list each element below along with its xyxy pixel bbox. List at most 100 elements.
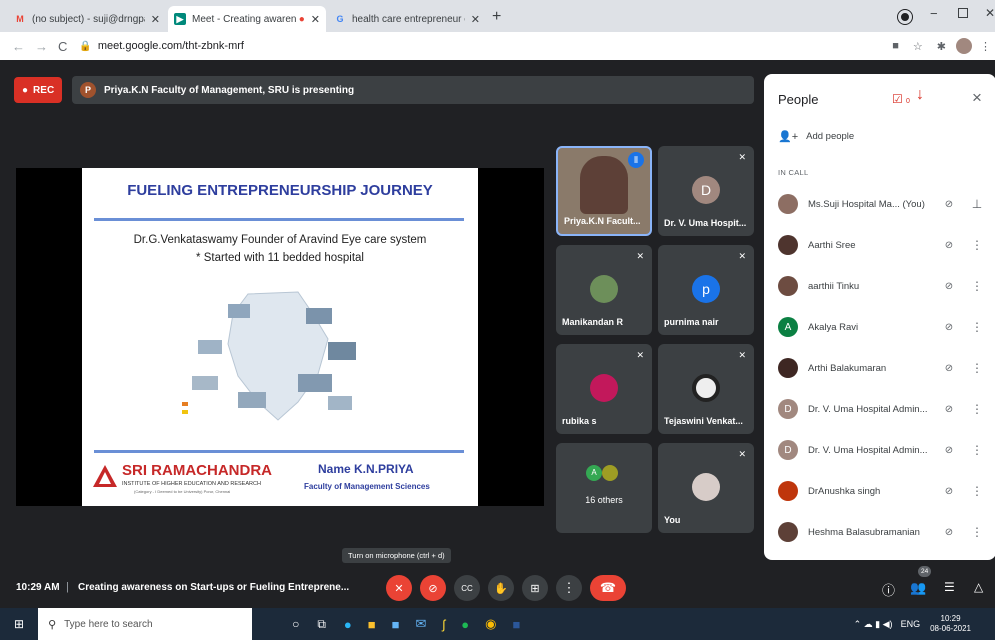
camera-icon[interactable]: ■ <box>892 40 899 52</box>
participant-row[interactable]: Arthi Balakumaran ⊘ ⋮ <box>778 348 994 388</box>
rec-dot-icon: ● <box>22 84 29 96</box>
back-icon[interactable]: ← <box>12 39 25 54</box>
windows-start-icon[interactable]: ⊞ <box>14 617 24 631</box>
app-icon[interactable]: ʃ <box>442 617 445 632</box>
people-panel: People ☑ 0 ↓ × 👤+ Add people IN CALL Ms.… <box>764 74 995 560</box>
profile-icon[interactable] <box>898 10 912 24</box>
close-tab-icon[interactable]: ✕ <box>305 13 320 26</box>
participant-row[interactable]: Aarthi Sree ⊘ ⋮ <box>778 225 994 265</box>
participant-row[interactable]: Ms.Suji Hospital Ma... (You) ⊘ ⊥ <box>778 184 994 224</box>
spotify-icon[interactable]: ● <box>461 617 469 632</box>
rec-label: REC <box>33 84 55 96</box>
close-tab-icon[interactable]: ✕ <box>465 13 480 26</box>
participant-avatar: D <box>692 176 720 204</box>
captions-button[interactable]: CC <box>454 575 480 601</box>
address-bar: ← → C 🔒 meet.google.com/tht-zbnk-mrf ■ ☆… <box>0 32 995 60</box>
add-people-button[interactable]: 👤+ Add people <box>778 130 854 143</box>
participant-tile[interactable]: ✕ rubika s <box>556 344 652 434</box>
participant-tile[interactable]: ✕ D Dr. V. Uma Hospit... <box>658 146 754 236</box>
participant-tile[interactable]: ⫴ Priya.K.N Facult... <box>556 146 652 236</box>
participant-tile[interactable]: ✕ p purnima nair <box>658 245 754 335</box>
close-panel-button[interactable]: × <box>972 88 982 108</box>
language-indicator[interactable]: ENG <box>901 619 921 629</box>
store-icon[interactable]: ■ <box>392 617 400 632</box>
mic-toggle-button[interactable]: ✕ <box>386 575 412 601</box>
more-icon[interactable]: ⋮ <box>964 320 990 334</box>
mic-off-icon: ✕ <box>636 251 644 261</box>
meet-stage: ● REC P Priya.K.N Faculty of Management, … <box>0 60 995 608</box>
task-view-icon[interactable]: ⧉ <box>317 617 326 632</box>
mic-off-icon: ⊘ <box>944 485 954 497</box>
pin-icon[interactable]: ⊥ <box>964 197 990 211</box>
more-icon[interactable]: ⋮ <box>964 525 990 539</box>
forward-icon[interactable]: → <box>35 39 48 54</box>
menu-icon[interactable]: ⋮ <box>980 40 991 53</box>
close-tab-icon[interactable]: ✕ <box>145 13 160 26</box>
leave-call-button[interactable]: ☎ <box>590 575 626 601</box>
taskbar-search[interactable]: ⚲ Type here to search <box>38 608 253 640</box>
mic-off-icon: ✕ <box>738 251 746 261</box>
participant-name: Manikandan R <box>562 317 624 327</box>
others-tile[interactable]: A 16 others <box>556 443 652 533</box>
present-button[interactable]: ⊞ <box>522 575 548 601</box>
maximize-icon[interactable] <box>958 8 968 18</box>
url-input[interactable]: meet.google.com/tht-zbnk-mrf <box>98 40 244 52</box>
presentation-view[interactable]: FUELING ENTREPRENEURSHIP JOURNEY Dr.G.Ve… <box>16 168 544 506</box>
meet-icon: ▶ <box>174 13 186 25</box>
participant-name: Dr. V. Uma Hospit... <box>664 218 747 228</box>
participant-row[interactable]: D Dr. V. Uma Hospital Admin... ⊘ ⋮ <box>778 430 994 470</box>
mic-off-icon: ✕ <box>738 350 746 360</box>
participant-row[interactable]: aarthii Tinku ⊘ ⋮ <box>778 266 994 306</box>
host-controls-icon[interactable]: ☑ <box>892 92 903 106</box>
more-icon[interactable]: ⋮ <box>964 279 990 293</box>
others-count: 16 others <box>585 495 623 505</box>
more-options-button[interactable]: ⋮ <box>556 575 582 601</box>
reload-icon[interactable]: C <box>58 39 67 54</box>
arrow-down-icon: ↓ <box>916 86 924 103</box>
tab-gmail[interactable]: M (no subject) - suji@drngpasc.ac.i ✕ <box>8 6 166 32</box>
more-icon[interactable]: ⋮ <box>964 484 990 498</box>
participant-tile[interactable]: ✕ Tejaswini Venkat... <box>658 344 754 434</box>
file-explorer-icon[interactable]: ■ <box>368 617 376 632</box>
self-tile[interactable]: ✕ You <box>658 443 754 533</box>
brand-name: SRI RAMACHANDRA <box>122 462 272 479</box>
mail-icon[interactable]: ✉ <box>415 616 426 632</box>
windows-taskbar: ⊞ ⚲ Type here to search ○ ⧉ ● ■ ■ ✉ ʃ ● … <box>0 608 995 640</box>
participant-name: DrAnushka singh <box>808 485 881 497</box>
minimize-icon[interactable]: − <box>930 6 938 21</box>
more-icon[interactable]: ⋮ <box>964 443 990 457</box>
raise-hand-button[interactable]: ✋ <box>488 575 514 601</box>
star-icon[interactable]: ☆ <box>913 40 923 53</box>
participant-row[interactable]: D Dr. V. Uma Hospital Admin... ⊘ ⋮ <box>778 389 994 429</box>
extensions-icon[interactable]: ✱ <box>937 40 946 53</box>
participant-tile[interactable]: ✕ Manikandan R <box>556 245 652 335</box>
more-icon[interactable]: ⋮ <box>964 238 990 252</box>
more-icon[interactable]: ⋮ <box>964 361 990 375</box>
participant-avatar: D <box>778 440 798 460</box>
more-icon[interactable]: ⋮ <box>964 402 990 416</box>
people-icon[interactable]: 👥 <box>910 580 926 596</box>
participant-row[interactable]: DrAnushka singh ⊘ ⋮ <box>778 471 994 511</box>
meeting-details-icon[interactable]: ⓘ <box>882 580 895 599</box>
chrome-icon[interactable]: ◉ <box>485 616 496 632</box>
camera-toggle-button[interactable]: ⊘ <box>420 575 446 601</box>
participant-avatar <box>590 374 618 402</box>
people-count-badge: 24 <box>918 566 932 577</box>
tab-search[interactable]: G health care entrepreneur coimb ✕ <box>328 6 486 32</box>
participant-row[interactable]: A Akalya Ravi ⊘ ⋮ <box>778 307 994 347</box>
word-icon[interactable]: ■ <box>512 617 520 632</box>
tab-meet[interactable]: ▶ Meet - Creating awareness o ● ✕ <box>168 6 326 32</box>
participant-name: Arthi Balakumaran <box>808 362 887 374</box>
cortana-icon[interactable]: ○ <box>292 617 299 631</box>
participant-row[interactable]: Heshma Balasubramanian ⊘ ⋮ <box>778 512 994 552</box>
edge-icon[interactable]: ● <box>344 617 352 632</box>
avatar[interactable] <box>956 38 972 54</box>
chat-icon[interactable]: ☰ <box>944 580 955 594</box>
time-separator: | <box>66 581 69 593</box>
new-tab-button[interactable]: + <box>492 8 501 26</box>
taskbar-clock[interactable]: 10:29 08-06-2021 <box>930 614 971 634</box>
activities-icon[interactable]: △ <box>974 580 983 594</box>
taskbar-time: 10:29 <box>940 614 961 623</box>
tray-icons[interactable]: ⌃ ☁ ▮ ◀) <box>854 619 893 630</box>
close-window-icon[interactable]: ✕ <box>985 6 995 20</box>
